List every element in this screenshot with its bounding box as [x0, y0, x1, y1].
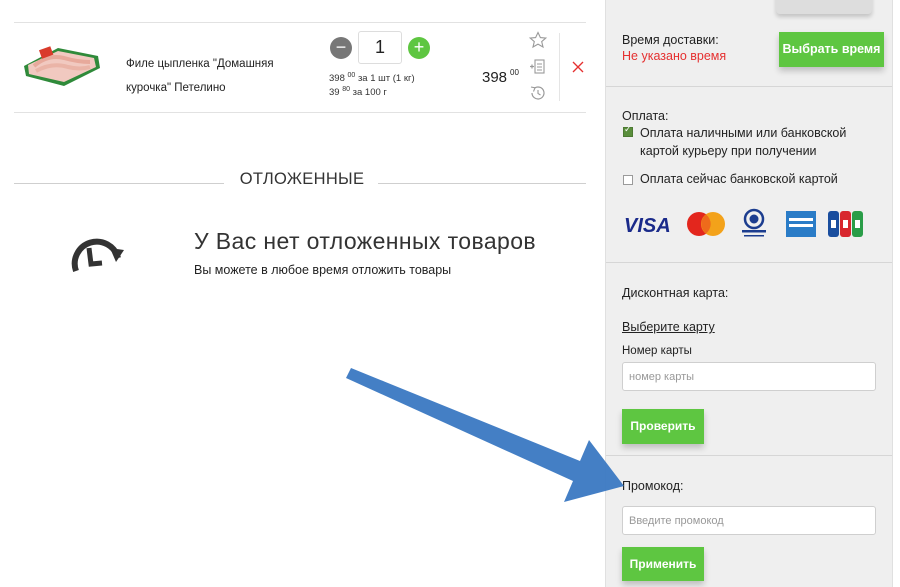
checkout-panel: Время доставки: Не указано время Выбрать…: [605, 0, 893, 587]
payment-cash-label[interactable]: Оплата наличными или банковской картой к…: [640, 124, 886, 160]
postpone-clock-icon[interactable]: [528, 84, 548, 102]
payment-cash-checkbox[interactable]: [623, 125, 633, 137]
delivery-time-value: Не указано время: [622, 49, 727, 63]
diners-club-logo-icon: [742, 208, 766, 237]
section-rule-right: [378, 183, 586, 184]
discount-card-label: Дисконтная карта:: [622, 286, 729, 300]
row-actions-divider: [559, 33, 560, 101]
increase-quantity-button[interactable]: +: [408, 37, 430, 59]
payment-online-checkbox[interactable]: [623, 175, 633, 185]
decrease-quantity-button[interactable]: −: [330, 37, 352, 59]
promo-code-label: Промокод:: [622, 479, 684, 493]
svg-text:VISA: VISA: [624, 215, 671, 237]
mastercard-logo-icon: [687, 212, 725, 236]
panel-divider: [606, 262, 892, 263]
apply-promo-button[interactable]: Применить: [622, 547, 704, 581]
empty-postponed-title: У Вас нет отложенных товаров: [194, 228, 537, 254]
panel-divider: [606, 455, 892, 456]
section-rule-left: [14, 183, 224, 184]
promo-code-input[interactable]: [622, 506, 876, 535]
choose-time-button[interactable]: Выбрать время: [779, 32, 884, 67]
payment-label: Оплата:: [622, 109, 669, 123]
product-image[interactable]: [18, 40, 104, 90]
unit-price: 398 00 за 1 шт (1 кг) 39 80 за 100 г: [329, 72, 415, 98]
panel-divider: [606, 86, 892, 87]
empty-postponed-subtitle: Вы можете в любое время отложить товары: [194, 263, 452, 277]
remove-item-icon[interactable]: [571, 60, 585, 74]
visa-logo-icon: VISA: [624, 215, 671, 237]
postponed-section-title: ОТЛОЖЕННЫЕ: [239, 170, 365, 188]
payment-online-label[interactable]: Оплата сейчас банковской картой: [640, 172, 838, 186]
top-button-stub[interactable]: [776, 0, 872, 14]
add-to-list-icon[interactable]: [528, 58, 548, 76]
american-express-logo-icon: [786, 211, 816, 237]
item-total-price: 398 00: [482, 68, 519, 86]
delivery-time-label: Время доставки:: [622, 33, 719, 47]
cart-bottom-divider: [14, 112, 586, 113]
cart-top-divider: [14, 22, 586, 23]
check-card-button[interactable]: Проверить: [622, 409, 704, 444]
quantity-input[interactable]: 1: [358, 31, 402, 64]
card-number-label: Номер карты: [622, 345, 692, 357]
choose-card-link[interactable]: Выберите карту: [622, 320, 715, 334]
jcb-logo-icon: [828, 211, 863, 237]
product-name[interactable]: Филе цыпленка "Домашняя курочка" Петелин…: [126, 52, 316, 100]
card-number-input[interactable]: [622, 362, 876, 391]
favorite-star-icon[interactable]: [528, 31, 548, 49]
history-clock-icon: [71, 238, 124, 272]
